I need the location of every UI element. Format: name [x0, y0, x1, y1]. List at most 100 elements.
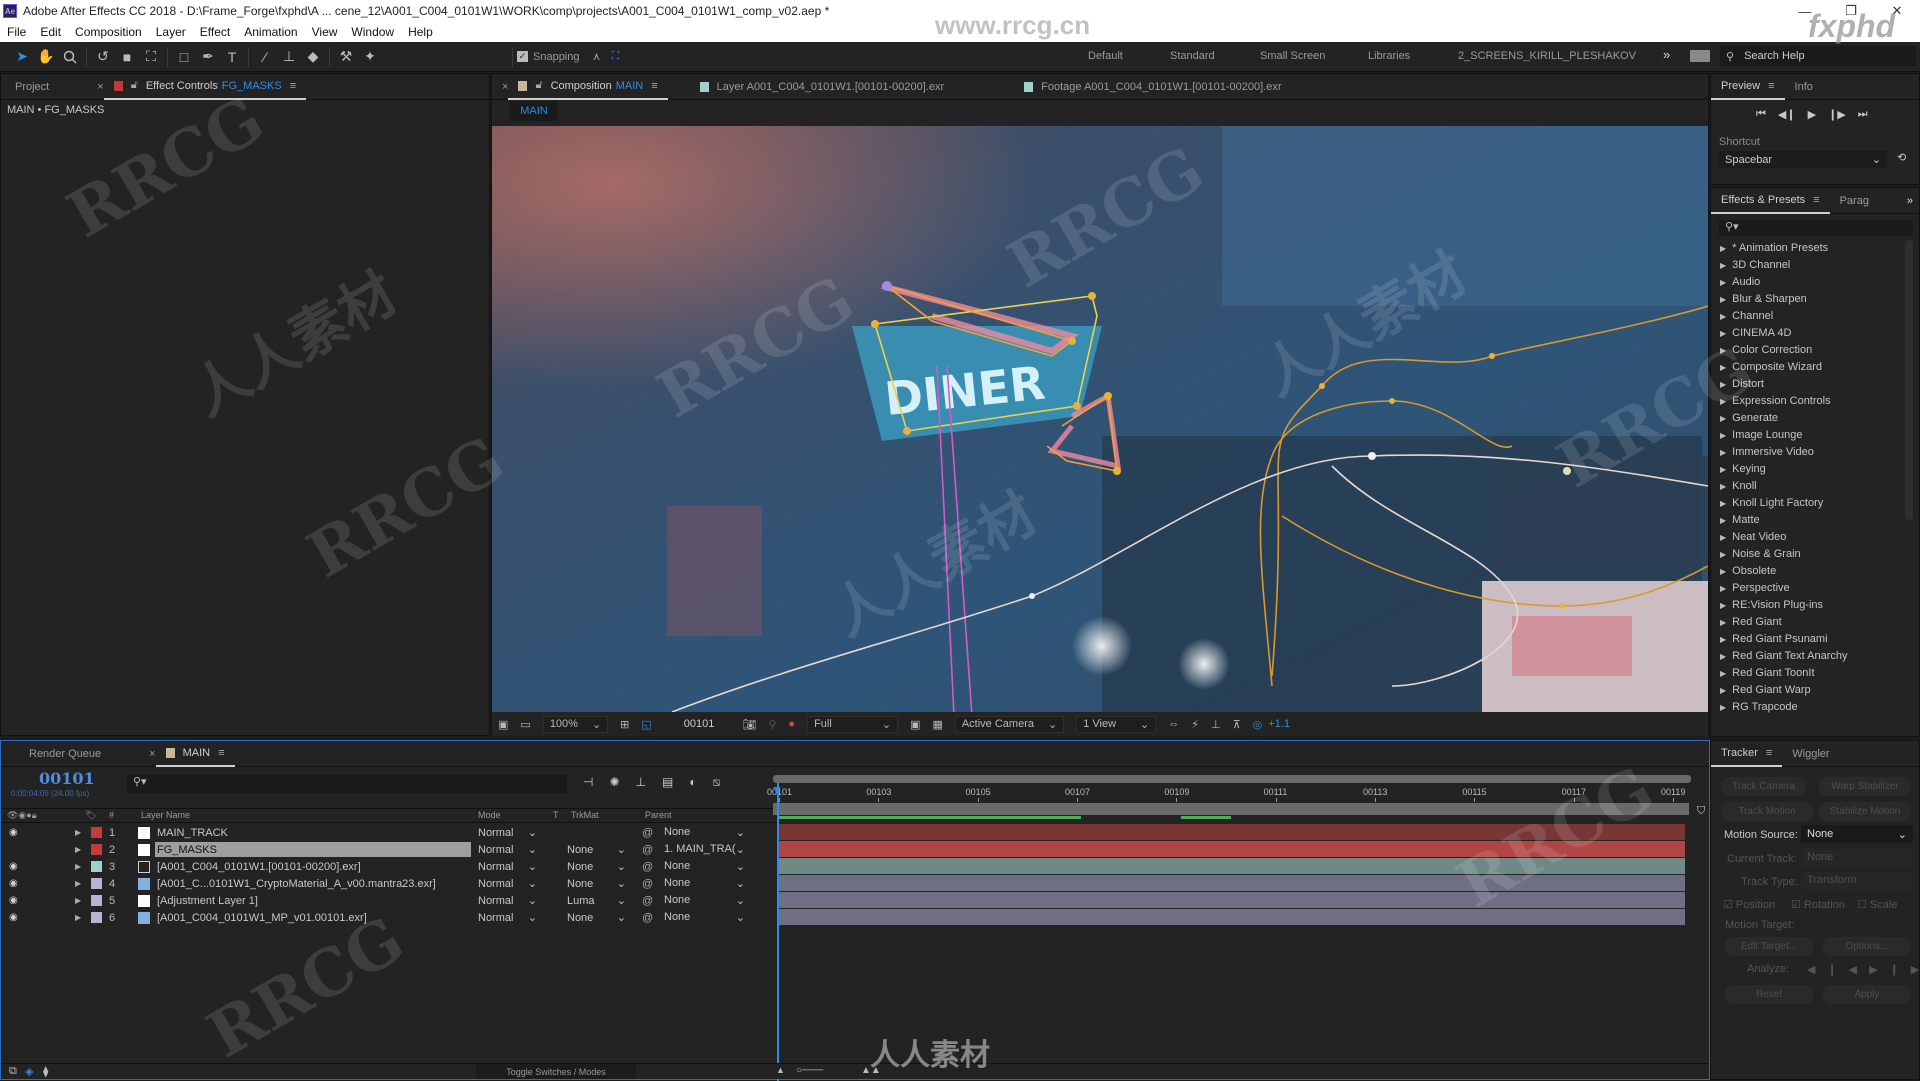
- expand-triangle-icon[interactable]: ▶: [1720, 669, 1726, 678]
- layer-duration-bar[interactable]: [779, 824, 1685, 840]
- expand-triangle-icon[interactable]: ▶: [1720, 312, 1726, 321]
- menu-edit[interactable]: Edit: [33, 25, 68, 39]
- column-layer-name[interactable]: Layer Name: [141, 810, 190, 820]
- track-type-dropdown[interactable]: Transform: [1801, 872, 1913, 890]
- draft-3d-icon[interactable]: ✺: [609, 775, 619, 790]
- expand-triangle-icon[interactable]: ▶: [1720, 414, 1726, 423]
- panel-menu-icon[interactable]: ≡: [1766, 747, 1772, 759]
- parent-dropdown[interactable]: None ⌄: [664, 826, 748, 839]
- zoom-out-icon[interactable]: ▲: [776, 1065, 785, 1075]
- effect-category[interactable]: ▶ Composite Wizard: [1717, 359, 1905, 376]
- expand-triangle-icon[interactable]: ▶: [1720, 567, 1726, 576]
- tab-preview[interactable]: Preview ≡: [1711, 74, 1785, 100]
- eye-icon[interactable]: ◉: [9, 878, 18, 889]
- playhead-icon[interactable]: ▼: [771, 783, 783, 797]
- parent-dropdown[interactable]: None ⌄: [664, 894, 748, 907]
- blend-mode-dropdown[interactable]: Normal ⌄: [478, 842, 540, 857]
- eye-icon[interactable]: ◉: [9, 827, 18, 838]
- effect-category[interactable]: ▶ Red Giant: [1717, 614, 1905, 631]
- expand-triangle-icon[interactable]: ▶: [1720, 652, 1726, 661]
- puppet-pin-tool-icon[interactable]: ✦: [358, 45, 382, 69]
- camera-tool-icon[interactable]: ■: [115, 45, 139, 69]
- parent-dropdown[interactable]: None ⌄: [664, 911, 748, 924]
- track-motion-button[interactable]: Track Motion: [1721, 802, 1813, 821]
- effect-category[interactable]: ▶ Expression Controls: [1717, 393, 1905, 410]
- effect-category[interactable]: ▶ Red Giant Psunami: [1717, 631, 1905, 648]
- shortcut-dropdown[interactable]: Spacebar ⌄: [1719, 151, 1887, 168]
- layer-label-color[interactable]: [91, 878, 102, 889]
- reset-button[interactable]: Reset: [1725, 985, 1813, 1004]
- blend-mode-dropdown[interactable]: Normal ⌄: [478, 825, 540, 840]
- expand-triangle-icon[interactable]: ▶: [75, 913, 81, 922]
- graph-editor-icon[interactable]: ⧅: [713, 775, 721, 790]
- effect-category[interactable]: ▶ Generate: [1717, 410, 1905, 427]
- effect-category[interactable]: ▶ Channel: [1717, 308, 1905, 325]
- tab-tracker[interactable]: Tracker ≡: [1711, 741, 1783, 767]
- effect-category[interactable]: ▶ Red Giant Warp: [1717, 682, 1905, 699]
- work-area-bar[interactable]: [773, 803, 1689, 815]
- toggle-switches-modes-button[interactable]: Toggle Switches / Modes: [476, 1064, 636, 1079]
- motion-source-dropdown[interactable]: None ⌄: [1801, 825, 1913, 843]
- snapping-checkbox[interactable]: ✓: [517, 51, 528, 62]
- composition-viewer[interactable]: DINER: [492, 126, 1708, 712]
- parent-pickwhip-icon[interactable]: @: [642, 895, 653, 907]
- menu-layer[interactable]: Layer: [149, 25, 193, 39]
- effect-category[interactable]: ▶ Knoll Light Factory: [1717, 495, 1905, 512]
- composition-mini-flowchart-icon[interactable]: ⊣: [583, 775, 593, 790]
- effect-category[interactable]: ▶ Keying: [1717, 461, 1905, 478]
- parent-dropdown[interactable]: None ⌄: [664, 877, 748, 890]
- track-matte-dropdown[interactable]: Luma ⌄: [567, 893, 629, 908]
- selection-tool-icon[interactable]: ➤: [10, 45, 34, 69]
- effect-category[interactable]: ▶ CINEMA 4D: [1717, 325, 1905, 342]
- clone-stamp-tool-icon[interactable]: ⊥: [277, 45, 301, 69]
- effect-category[interactable]: ▶ Blur & Sharpen: [1717, 291, 1905, 308]
- options-button[interactable]: Options...: [1823, 937, 1911, 956]
- workspace-settings-icon[interactable]: [1690, 50, 1710, 62]
- menu-animation[interactable]: Animation: [237, 25, 304, 39]
- layer-name[interactable]: MAIN_TRACK: [155, 825, 471, 840]
- layer-row[interactable]: ◉ ▶ 5 [Adjustment Layer 1] Normal ⌄ Luma ⌄ @ None…: [1, 892, 781, 909]
- expand-triangle-icon[interactable]: ▶: [75, 828, 81, 837]
- expand-triangle-icon[interactable]: ▶: [1720, 499, 1726, 508]
- expand-triangle-icon[interactable]: ▶: [1720, 601, 1726, 610]
- expand-triangle-icon[interactable]: ▶: [1720, 533, 1726, 542]
- expand-triangle-icon[interactable]: ▶: [1720, 465, 1726, 474]
- layer-duration-bar[interactable]: [779, 892, 1685, 908]
- show-snapshot-icon[interactable]: ⚲: [768, 718, 776, 731]
- layer-row[interactable]: ◉ ▶ 1 MAIN_TRACK Normal ⌄ @ None ⌄: [1, 824, 781, 841]
- effect-category[interactable]: ▶ Knoll: [1717, 478, 1905, 495]
- expand-triangle-icon[interactable]: ▶: [1720, 397, 1726, 406]
- effect-category[interactable]: ▶ Neat Video: [1717, 529, 1905, 546]
- channel-icon[interactable]: ●: [788, 718, 795, 730]
- transfer-controls-icon[interactable]: ◈: [25, 1065, 33, 1078]
- layer-name[interactable]: [A001_C...0101W1_CryptoMaterial_A_v00.ma…: [155, 876, 471, 891]
- layer-name[interactable]: FG_MASKS: [155, 842, 471, 857]
- effect-category[interactable]: ▶ RG Trapcode: [1717, 699, 1905, 716]
- snapping-toggle[interactable]: ✓ Snapping ⋏ ⛶: [517, 50, 619, 63]
- eye-icon[interactable]: ◉: [9, 861, 18, 872]
- lock-icon[interactable]: 🔓︎: [535, 79, 542, 92]
- tab-project[interactable]: Project: [1, 74, 59, 100]
- timeline-zoom-slider[interactable]: ○───: [796, 1065, 823, 1076]
- effect-category[interactable]: ▶ Immersive Video: [1717, 444, 1905, 461]
- magnification-dropdown[interactable]: 100% ⌄: [542, 715, 609, 733]
- effect-category[interactable]: ▶ RE:Vision Plug-ins: [1717, 597, 1905, 614]
- layer-name[interactable]: [A001_C004_0101W1_MP_v01.00101.exr]: [155, 910, 471, 925]
- pan-behind-tool-icon[interactable]: ⛶: [139, 45, 163, 69]
- expand-triangle-icon[interactable]: ▶: [1720, 482, 1726, 491]
- tab-render-queue[interactable]: Render Queue: [1, 741, 111, 767]
- effects-scrollbar[interactable]: [1905, 240, 1913, 520]
- expand-triangle-icon[interactable]: ▶: [75, 862, 81, 871]
- workspace-small-screen[interactable]: Small Screen: [1260, 50, 1325, 62]
- tab-effects-presets[interactable]: Effects & Presets ≡: [1711, 188, 1830, 214]
- tab-footage-viewer[interactable]: Footage A001_C004_0101W1.[00101-00200].e…: [1014, 74, 1291, 100]
- snap-grid-icon[interactable]: ⛶: [612, 50, 620, 63]
- blend-mode-dropdown[interactable]: Normal ⌄: [478, 859, 540, 874]
- layer-row[interactable]: ▶ 2 FG_MASKS Normal ⌄ None ⌄ @1. MAIN_TRA(⌄: [1, 841, 781, 858]
- tab-layer-viewer[interactable]: Layer A001_C004_0101W1.[00101-00200].exr: [690, 74, 955, 100]
- effect-category[interactable]: ▶ Audio: [1717, 274, 1905, 291]
- effect-category[interactable]: ▶ Red Giant ToonIt: [1717, 665, 1905, 682]
- scale-checkbox[interactable]: ☐ Scale: [1857, 898, 1897, 911]
- expand-triangle-icon[interactable]: ▶: [75, 879, 81, 888]
- brush-tool-icon[interactable]: ∕: [253, 45, 277, 69]
